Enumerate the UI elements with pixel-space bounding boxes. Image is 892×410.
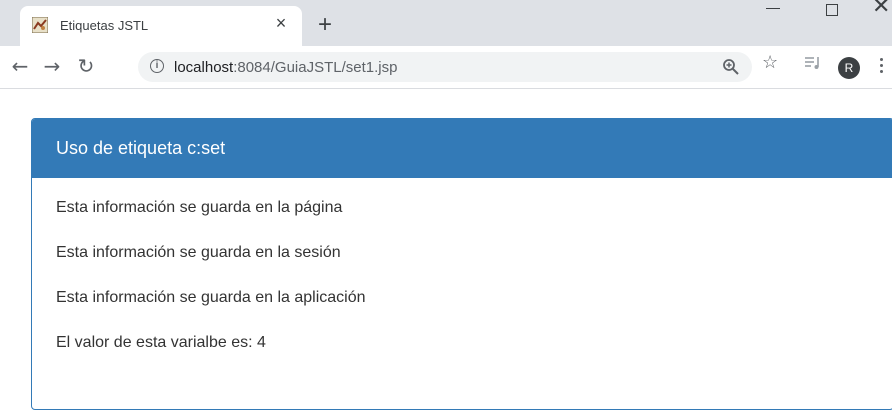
tab-etiquetas-jstl[interactable]: Etiquetas JSTL × bbox=[20, 6, 302, 46]
browser-toolbar: ← → ↻ i localhost:8084/GuiaJSTL/set1.jsp… bbox=[0, 46, 892, 89]
favicon-icon bbox=[32, 17, 48, 33]
media-icon[interactable] bbox=[804, 54, 822, 72]
plus-icon[interactable]: + bbox=[312, 12, 338, 38]
menu-icon[interactable] bbox=[880, 56, 886, 78]
info-line-session: Esta información se guarda en la sesión bbox=[56, 244, 341, 261]
panel: Uso de etiqueta c:set Esta información s… bbox=[31, 118, 892, 410]
window-close-icon[interactable]: ✕ bbox=[872, 0, 890, 19]
info-line-application: Esta información se guarda en la aplicac… bbox=[56, 289, 366, 306]
reload-icon[interactable]: ↻ bbox=[72, 52, 100, 80]
star-icon[interactable]: ☆ bbox=[762, 52, 778, 73]
info-icon[interactable]: i bbox=[150, 59, 164, 73]
forward-arrow-icon[interactable]: → bbox=[38, 52, 66, 80]
minimize-icon[interactable] bbox=[766, 8, 780, 9]
close-icon[interactable]: × bbox=[270, 12, 292, 34]
avatar[interactable]: R bbox=[838, 57, 860, 79]
variable-value-line: El valor de esta varialbe es: 4 bbox=[56, 334, 266, 351]
tab-strip: Etiquetas JSTL × + ✕ bbox=[0, 0, 892, 46]
url-text: localhost:8084/GuiaJSTL/set1.jsp bbox=[174, 59, 397, 76]
panel-body: Esta información se guarda en la página … bbox=[32, 178, 892, 398]
maximize-icon[interactable] bbox=[826, 4, 838, 16]
panel-title: Uso de etiqueta c:set bbox=[32, 119, 892, 178]
info-line-page: Esta información se guarda en la página bbox=[56, 199, 343, 216]
tab-title: Etiquetas JSTL bbox=[60, 18, 149, 33]
url-host: localhost bbox=[174, 59, 234, 76]
back-arrow-icon[interactable]: ← bbox=[6, 52, 34, 80]
zoom-icon[interactable] bbox=[722, 58, 740, 76]
url-path: :8084/GuiaJSTL/set1.jsp bbox=[233, 59, 398, 76]
address-bar[interactable]: i localhost:8084/GuiaJSTL/set1.jsp bbox=[138, 52, 752, 82]
